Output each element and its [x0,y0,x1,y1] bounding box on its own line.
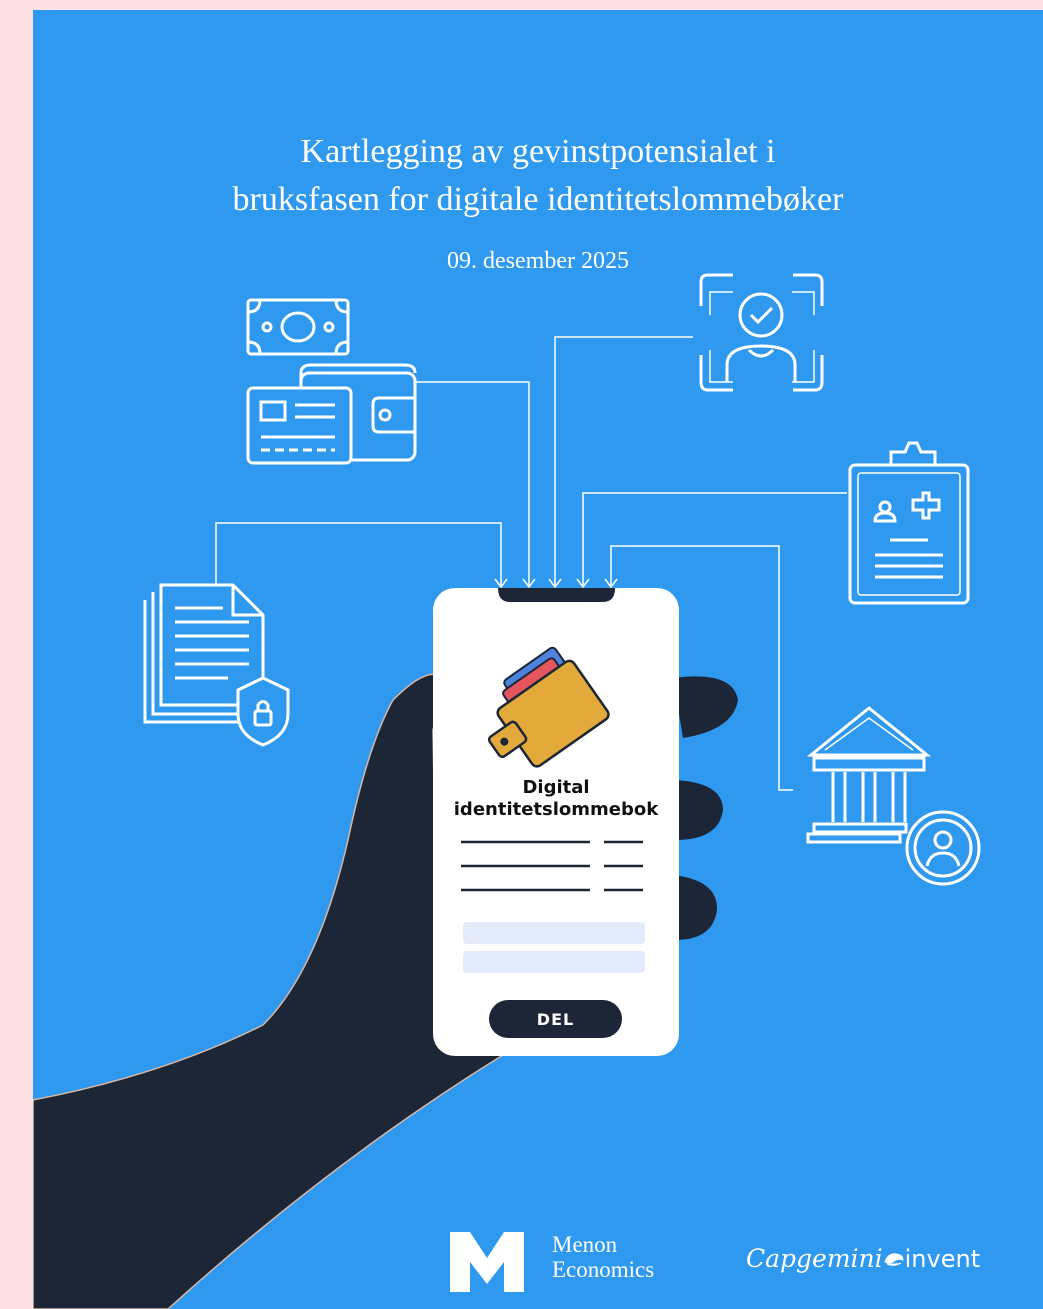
hand [33,673,506,1309]
capgemini-word: Capgemini [746,1244,883,1273]
share-button[interactable]: DEL [489,1000,622,1038]
menon-logo-line-2: Economics [552,1257,655,1282]
capgemini-spade-icon [884,1253,904,1266]
menon-economics-logo: Menon Economics [552,1232,654,1282]
invent-word: invent [904,1245,981,1273]
wallet-title-line-2: identitetslommebok [453,799,659,820]
phone-notch [498,588,615,602]
money-wallet-icon [246,298,417,465]
face-verification-icon [699,273,824,392]
wallet-title-line-1: Digital [522,777,590,798]
report-title-line-2: bruksfasen for digitale identitetslommeb… [232,181,844,218]
medical-clipboard-icon [848,441,970,605]
report-date: 09. desember 2025 [447,248,629,274]
government-building-icon [806,706,981,886]
phone-input-field[interactable] [463,951,645,973]
report-cover: Kartlegging av gevinstpotensialet i bruk… [33,10,1043,1309]
menon-logo-line-1: Menon [552,1232,618,1257]
connector-arrows [494,578,618,589]
menon-logo-mark [450,1232,524,1292]
phone-input-field[interactable] [463,922,645,944]
secure-documents-icon [143,583,290,747]
report-title-line-1: Kartlegging av gevinstpotensialet i [300,133,776,170]
hand-fingers [673,676,738,940]
capgemini-invent-logo: Capgemini invent [746,1244,980,1273]
